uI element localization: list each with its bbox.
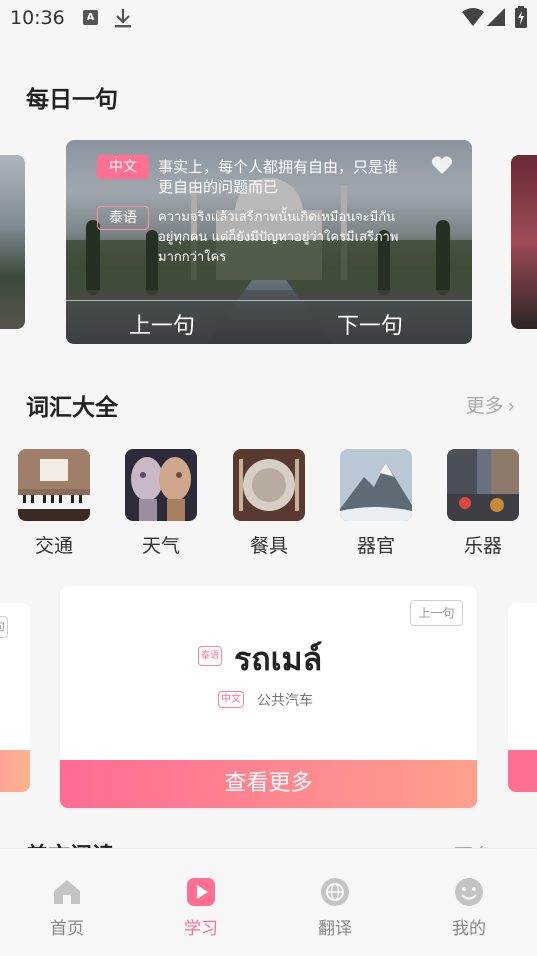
street-thumbnail (447, 449, 519, 521)
bottom-nav: 首页 学习 翻译 我的 (0, 848, 537, 956)
vocab-label: 器官 (356, 535, 395, 557)
nav-home-label: 首页 (50, 919, 84, 939)
card-divider (66, 300, 472, 301)
thai-tag: 泰语 (97, 206, 149, 230)
signal-icon (487, 8, 505, 26)
chinese-sentence: 事实上，每个人都拥有自由，只是谁更自由的问题而已 (158, 158, 399, 196)
piano-thumbnail (18, 449, 90, 521)
chinese-tag: 中文 (97, 155, 149, 179)
word-chinese-tag: 中文 (218, 691, 244, 708)
download-icon (115, 9, 131, 28)
status-bar: 10:36 A (0, 0, 537, 36)
thai-sentence: ความจริงแล้วเสรีภาพนั้นเกิดเหมือนจะมีกัน… (158, 210, 399, 265)
word-thai-tag: 泰语 (198, 646, 222, 666)
nav-translate-label: 翻译 (318, 919, 352, 939)
prev-sentence-button[interactable]: 上一句 (129, 308, 195, 340)
smile-icon (455, 878, 483, 906)
vocab-label: 交通 (34, 535, 73, 557)
chevron-right-icon: › (507, 396, 515, 417)
word-prev-button[interactable]: 上一句 (410, 600, 463, 626)
nav-profile-label: 我的 (452, 919, 486, 939)
vocab-item-weather[interactable]: 天气 (125, 449, 197, 558)
nav-study-label: 学习 (184, 919, 218, 939)
favorite-heart-icon[interactable] (431, 155, 453, 175)
vocab-item-instruments[interactable]: 乐器 (447, 449, 519, 558)
vocab-more-label: 更多 (465, 395, 504, 417)
wifi-icon (462, 8, 484, 26)
word-card-prev-peek[interactable]: 句 (0, 603, 30, 792)
nav-home[interactable]: 首页 (27, 877, 107, 939)
status-time: 10:36 (10, 7, 65, 29)
nav-study[interactable]: 学习 (161, 877, 241, 939)
daily-card-prev-peek[interactable] (0, 155, 25, 329)
home-icon (54, 880, 80, 904)
nav-translate[interactable]: 翻译 (295, 877, 375, 939)
word-card-next-peek[interactable] (508, 603, 537, 792)
next-sentence-button[interactable]: 下一句 (337, 308, 403, 340)
mountain-thumbnail (340, 449, 412, 521)
nav-profile[interactable]: 我的 (429, 877, 509, 939)
chinese-word: 公共汽车 (257, 693, 313, 709)
robots-thumbnail (125, 449, 197, 521)
tableware-thumbnail (233, 449, 305, 521)
vocab-label: 天气 (141, 535, 180, 557)
keyboard-a-icon: A (83, 10, 98, 25)
battery-icon (515, 6, 527, 28)
see-more-button[interactable]: 查看更多 (60, 760, 477, 808)
vocab-label: 乐器 (463, 535, 502, 557)
vocab-item-transport[interactable]: 交通 (18, 449, 90, 558)
see-more-peek (0, 750, 30, 792)
play-icon (187, 878, 215, 906)
globe-icon (321, 878, 349, 906)
see-more-peek (508, 750, 537, 792)
vocab-label: 餐具 (249, 535, 288, 557)
vocab-item-tableware[interactable]: 餐具 (233, 449, 305, 558)
thai-word: รถเมล์ (234, 640, 323, 678)
daily-section-title: 每日一句 (26, 87, 118, 113)
vocab-more-link[interactable]: 更多 › (466, 391, 515, 418)
vocab-item-organs[interactable]: 器官 (340, 449, 412, 558)
vocab-section-title: 词汇大全 (26, 395, 118, 421)
daily-card-next-peek[interactable] (511, 155, 537, 329)
word-card: 上一句 泰语 รถเมล์ 中文 公共汽车 查看更多 (60, 586, 477, 808)
prev-pill-peek: 句 (0, 616, 8, 638)
